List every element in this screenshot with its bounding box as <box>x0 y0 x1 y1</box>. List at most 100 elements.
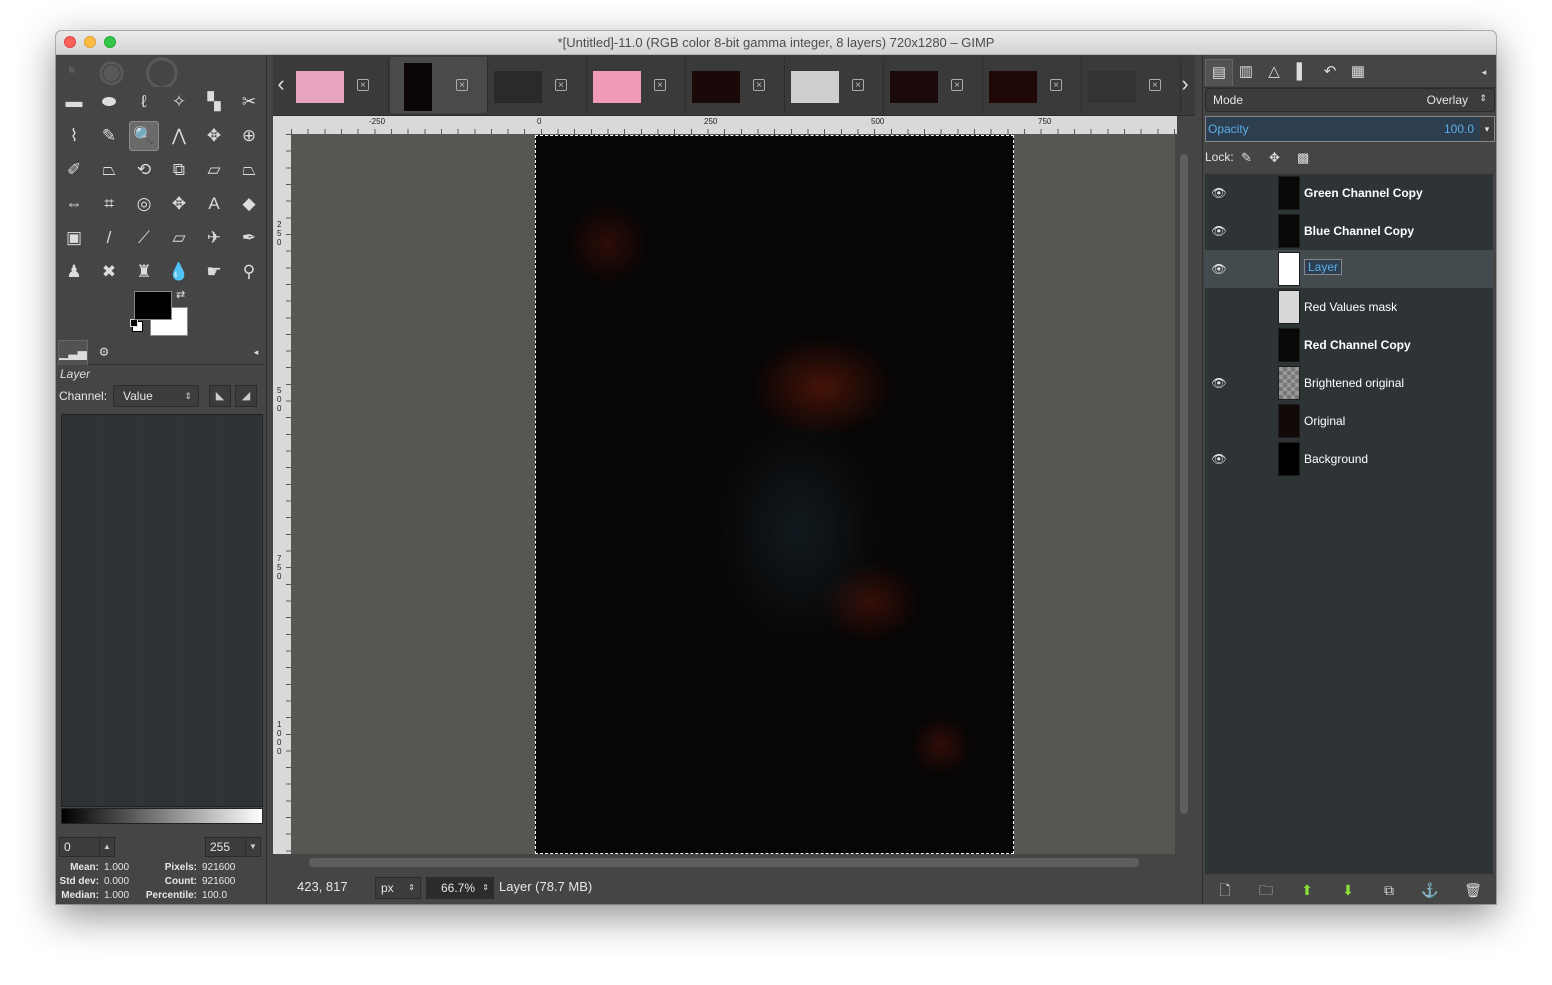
layer-row[interactable]: 👁 Blue Channel Copy <box>1205 212 1493 250</box>
vertical-ruler[interactable]: 250 500 750 1000 <box>273 134 291 854</box>
unified-transform-icon[interactable]: ✥ <box>164 189 194 219</box>
rect-select-icon[interactable]: ▬ <box>59 87 89 117</box>
measure-icon[interactable]: ⋀ <box>164 121 194 151</box>
layer-thumbnail[interactable] <box>1278 214 1300 248</box>
vertical-scrollbar[interactable] <box>1176 134 1194 854</box>
opacity-slider[interactable]: Opacity 100.0 ▾ <box>1205 116 1495 142</box>
rotate-icon[interactable]: ⟲ <box>129 155 159 185</box>
histogram-view[interactable] <box>61 414 263 807</box>
close-window-button[interactable] <box>64 36 76 48</box>
foreground-select-icon[interactable]: ⌇ <box>59 121 89 151</box>
maximize-window-button[interactable] <box>104 36 116 48</box>
foreground-color-swatch[interactable] <box>134 291 172 320</box>
eraser-icon[interactable]: ▱ <box>164 223 194 253</box>
linear-histogram-button[interactable]: ◣ <box>209 385 231 407</box>
close-tab-icon[interactable]: × <box>555 79 567 91</box>
new-layer-icon[interactable]: 🗋 <box>1213 879 1237 901</box>
range-max-input[interactable]: 255 ▼ <box>205 837 261 857</box>
dock-menu-icon[interactable]: ◂ <box>1471 59 1496 85</box>
free-select-icon[interactable]: ℓ <box>129 87 159 117</box>
select-by-color-icon[interactable]: ▚ <box>199 87 229 117</box>
visibility-eye-icon[interactable]: 👁 <box>1211 185 1227 201</box>
visibility-eye-icon[interactable]: 👁 <box>1211 261 1227 277</box>
cage-icon[interactable]: ⌗ <box>94 189 124 219</box>
swap-colors-icon[interactable]: ⇄ <box>176 288 185 301</box>
perspective-clone-icon[interactable]: ♜ <box>129 257 159 287</box>
blend-icon[interactable]: ▣ <box>59 223 89 253</box>
layer-row[interactable]: 👁 Layer <box>1205 250 1493 288</box>
dodge-burn-icon[interactable]: ⚲ <box>234 257 264 287</box>
channels-tab-icon[interactable]: ▥ <box>1233 59 1259 85</box>
close-tab-icon[interactable]: × <box>753 79 765 91</box>
paths-icon[interactable]: ✎ <box>94 121 124 151</box>
layer-row[interactable]: 👁 Background <box>1205 440 1493 478</box>
visibility-eye-icon[interactable]: 👁 <box>1211 451 1227 467</box>
horizontal-ruler[interactable]: -250 0 250 500 750 <box>291 116 1177 134</box>
unit-select[interactable]: px ⇕ <box>375 877 421 899</box>
horizontal-scroll-thumb[interactable] <box>309 858 1139 867</box>
image-tab-6[interactable]: × <box>786 57 884 113</box>
zoom-select[interactable]: 66.7% ⇕ <box>426 877 494 899</box>
log-histogram-button[interactable]: ◢ <box>235 385 257 407</box>
spin-arrows-icon[interactable]: ▲ <box>99 838 114 856</box>
layer-thumbnail[interactable] <box>1278 252 1300 286</box>
clone-icon[interactable]: ♟ <box>59 257 89 287</box>
lock-alpha-icon[interactable]: ▩ <box>1297 150 1309 166</box>
image-tab-4[interactable]: × <box>588 57 686 113</box>
airbrush-icon[interactable]: ✈ <box>199 223 229 253</box>
anchor-layer-icon[interactable]: ⚓ <box>1418 879 1442 901</box>
flip-icon[interactable]: ⇔ <box>59 189 89 219</box>
scissors-select-icon[interactable]: ✂ <box>234 87 264 117</box>
layer-thumbnail[interactable] <box>1278 366 1300 400</box>
histogram-tab[interactable]: ▁▃▅ <box>58 340 88 365</box>
tabs-prev-icon[interactable]: ‹ <box>273 69 289 99</box>
pencil-icon[interactable]: / <box>94 223 124 253</box>
new-layer-group-icon[interactable]: 🗀 <box>1254 879 1278 901</box>
close-tab-icon[interactable]: × <box>951 79 963 91</box>
paintbrush-icon[interactable]: ⟋ <box>129 223 159 253</box>
image-tab-5[interactable]: × <box>687 57 785 113</box>
text-icon[interactable]: A <box>199 189 229 219</box>
close-tab-icon[interactable]: × <box>357 79 369 91</box>
blur-icon[interactable]: 💧 <box>164 257 194 287</box>
visibility-eye-icon[interactable] <box>1211 413 1227 429</box>
heal-icon[interactable]: ✖ <box>94 257 124 287</box>
layer-row[interactable]: Red Channel Copy <box>1205 326 1493 364</box>
range-min-input[interactable]: 0 ▲ <box>59 837 115 857</box>
visibility-eye-icon[interactable] <box>1211 299 1227 315</box>
close-tab-icon[interactable]: × <box>1050 79 1062 91</box>
smudge-icon[interactable]: ☛ <box>199 257 229 287</box>
layer-thumbnail[interactable] <box>1278 442 1300 476</box>
shear-icon[interactable]: ⏥ <box>199 155 229 185</box>
vertical-scroll-thumb[interactable] <box>1180 154 1188 814</box>
quick-mask-toggle[interactable] <box>273 116 291 134</box>
lock-position-icon[interactable]: ✥ <box>1269 150 1280 166</box>
image-tab-1[interactable]: × <box>291 57 389 113</box>
lock-pixels-icon[interactable]: ✎ <box>1241 150 1252 166</box>
dock-menu-icon[interactable]: ◂ <box>242 340 270 364</box>
layer-thumbnail[interactable] <box>1278 176 1300 210</box>
layer-thumbnail[interactable] <box>1278 290 1300 324</box>
paths-tab-icon[interactable]: △ <box>1261 59 1287 85</box>
layer-thumbnail[interactable] <box>1278 404 1300 438</box>
lower-layer-icon[interactable]: ⬇ <box>1336 879 1360 901</box>
move-icon[interactable]: ✥ <box>199 121 229 151</box>
visibility-eye-icon[interactable]: 👁 <box>1211 223 1227 239</box>
fuzzy-select-icon[interactable]: ✧ <box>164 87 194 117</box>
scale-icon[interactable]: ⧉ <box>164 155 194 185</box>
image-tab-7[interactable]: × <box>885 57 983 113</box>
image-tab-2[interactable]: × <box>390 57 488 113</box>
ink-icon[interactable]: ✒ <box>234 223 264 253</box>
spin-arrows-icon[interactable]: ▼ <box>245 838 260 856</box>
histogram-gradient-bar[interactable] <box>61 808 263 824</box>
warp-icon[interactable]: ◎ <box>129 189 159 219</box>
close-tab-icon[interactable]: × <box>1149 79 1161 91</box>
layer-mode-select[interactable]: Mode Overlay ⇕ <box>1205 88 1495 112</box>
layer-row[interactable]: Red Values mask <box>1205 288 1493 326</box>
duplicate-layer-icon[interactable]: ⧉ <box>1377 879 1401 901</box>
layers-tab-icon[interactable]: ▤ <box>1205 59 1233 86</box>
bucket-fill-icon[interactable]: ◆ <box>234 189 264 219</box>
perspective-icon[interactable]: ⏢ <box>234 155 264 185</box>
chevron-down-icon[interactable]: ▾ <box>1480 117 1494 141</box>
palettes-tab-icon[interactable]: ▦ <box>1345 59 1371 85</box>
